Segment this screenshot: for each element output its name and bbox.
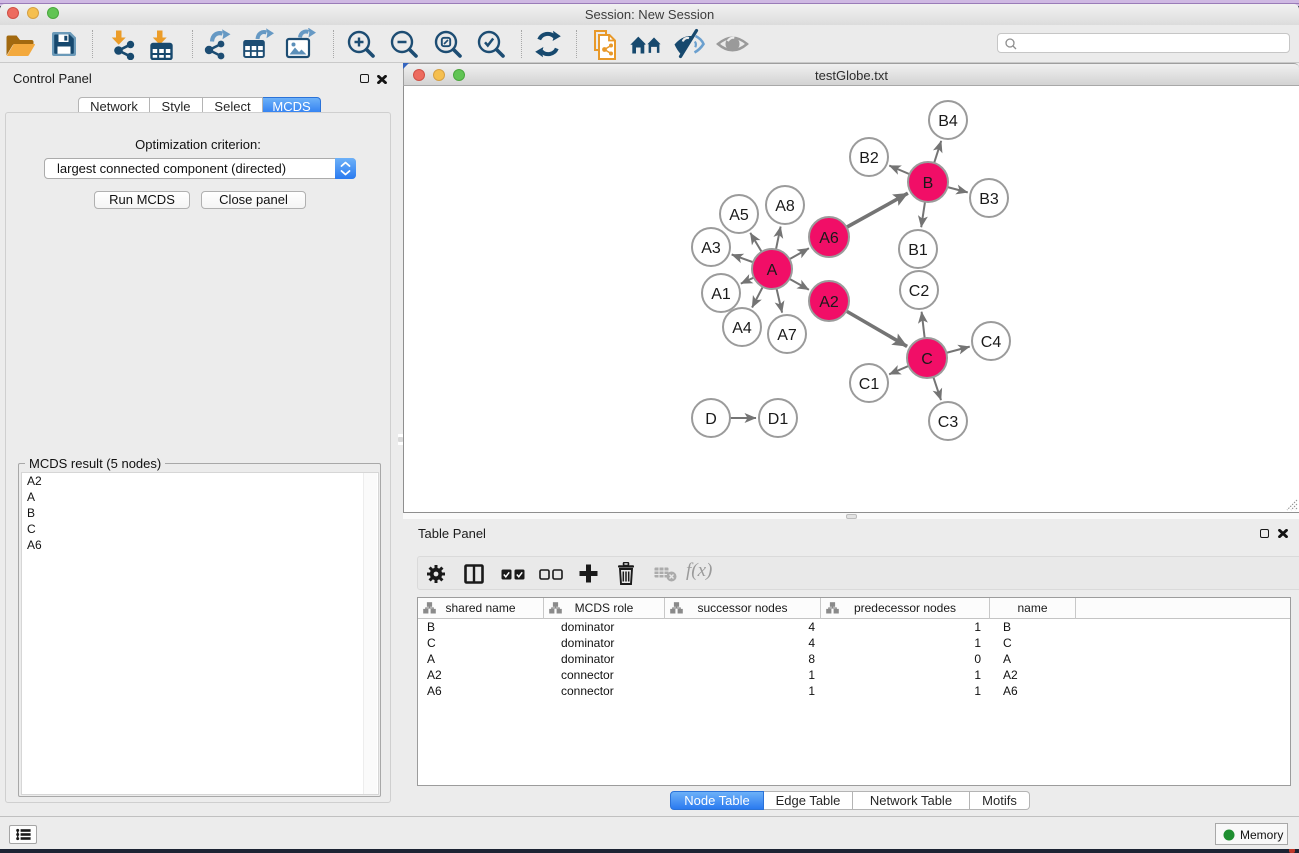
svg-text:C3: C3: [938, 414, 959, 431]
svg-text:B1: B1: [908, 242, 928, 259]
svg-text:A4: A4: [732, 320, 752, 337]
svg-text:A7: A7: [777, 327, 797, 344]
svg-text:A2: A2: [819, 294, 839, 311]
svg-text:C: C: [921, 351, 933, 368]
svg-text:A6: A6: [819, 230, 839, 247]
svg-text:B: B: [923, 175, 934, 192]
svg-text:C4: C4: [981, 334, 1002, 351]
svg-text:B4: B4: [938, 113, 958, 130]
svg-text:A3: A3: [701, 240, 721, 257]
svg-text:B3: B3: [979, 191, 999, 208]
svg-text:A8: A8: [775, 198, 795, 215]
svg-text:B2: B2: [859, 150, 879, 167]
svg-text:D1: D1: [768, 411, 789, 428]
svg-text:A1: A1: [711, 286, 731, 303]
svg-text:A5: A5: [729, 207, 749, 224]
svg-text:D: D: [705, 411, 717, 428]
svg-text:C1: C1: [859, 376, 880, 393]
svg-text:A: A: [767, 262, 778, 279]
svg-text:C2: C2: [909, 283, 930, 300]
